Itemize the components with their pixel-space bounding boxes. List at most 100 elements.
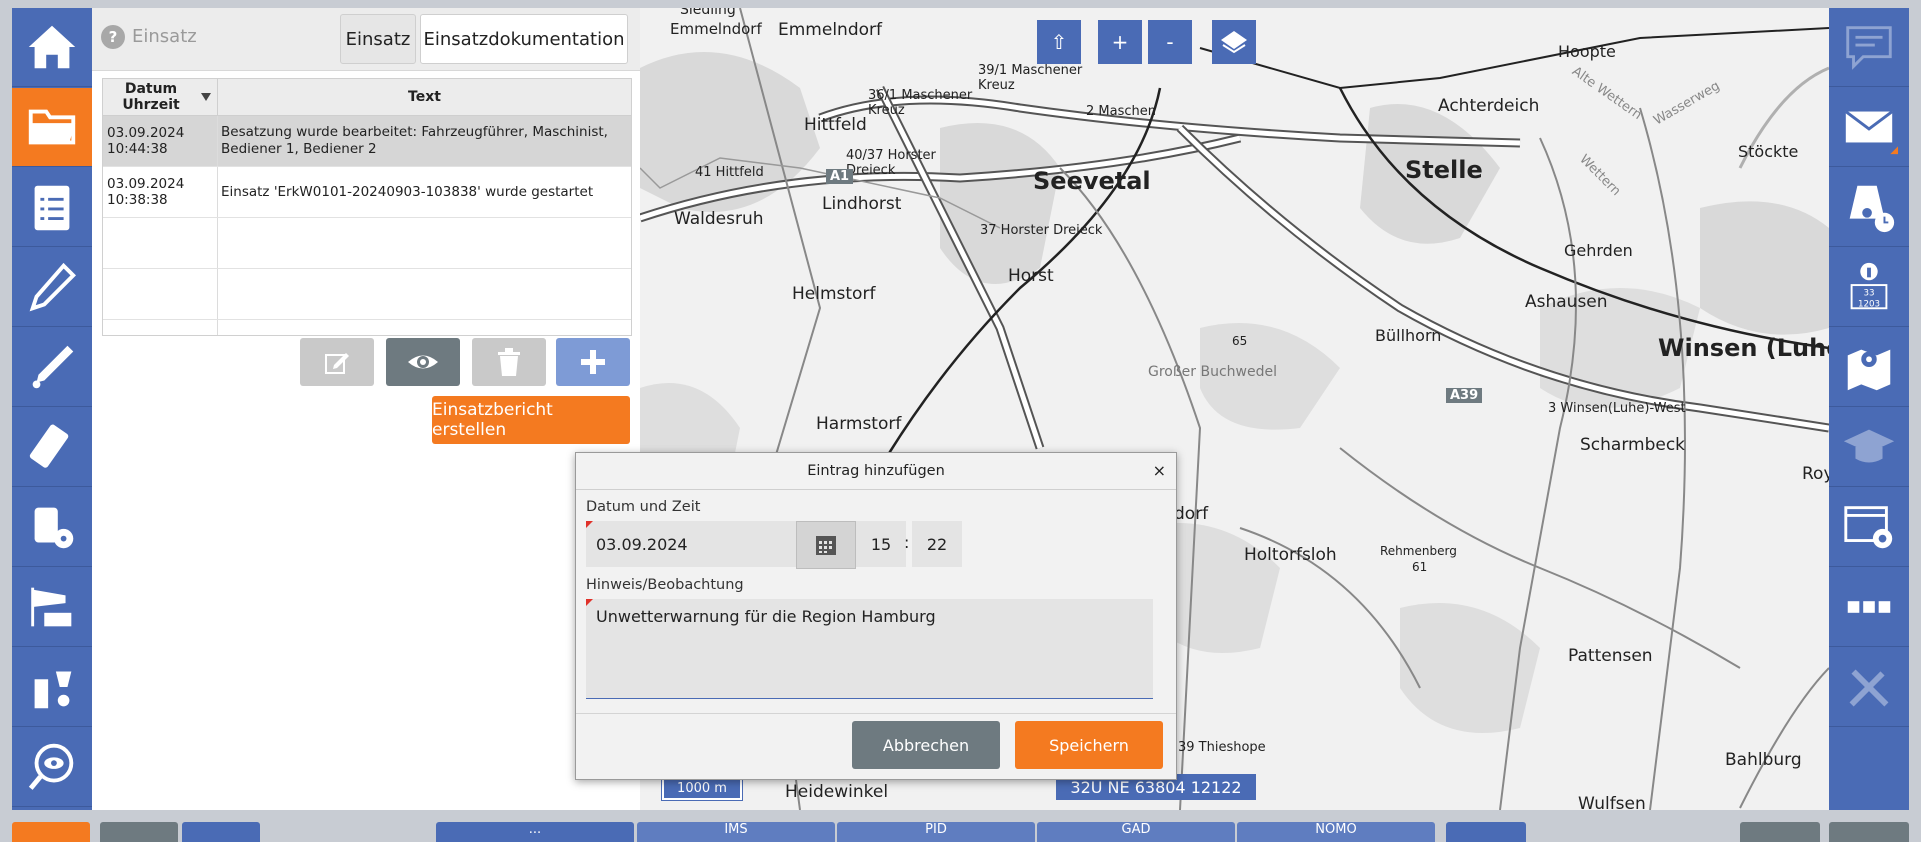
- map-label-hoopte: Hoopte: [1558, 42, 1616, 61]
- time-separator: :: [904, 533, 910, 552]
- windsock-icon: [31, 587, 72, 627]
- nav-training[interactable]: [1829, 408, 1909, 487]
- minute-input[interactable]: 22: [912, 521, 962, 567]
- bottom-action-screen[interactable]: [1829, 822, 1909, 842]
- nav-more[interactable]: [1829, 568, 1909, 647]
- documentation-table: Datum Uhrzeit Text 03.09.2024 10:44:38 Be…: [102, 78, 632, 336]
- nav-mail[interactable]: [1829, 88, 1909, 167]
- zoom-in-button[interactable]: +: [1098, 20, 1142, 64]
- plus-icon: [581, 350, 605, 374]
- map-label-harmstorf: Harmstorf: [816, 414, 902, 434]
- map-label-winsen: Winsen (Luhe: [1658, 334, 1829, 362]
- date-time-label: Datum und Zeit: [586, 499, 701, 515]
- view-button[interactable]: [386, 338, 460, 386]
- bottom-action-map[interactable]: [1446, 822, 1526, 842]
- map-label-junction-3: 3 Winsen(Luhe)-West: [1548, 401, 1686, 416]
- dialog-title: Eintrag hinzufügen: [576, 453, 1176, 490]
- panel-header: ? Einsatz Einsatz Einsatzdokumentation: [92, 8, 640, 71]
- more-icon: [1847, 601, 1891, 613]
- add-entry-button[interactable]: [556, 338, 630, 386]
- vehicle-clock-icon: [1849, 185, 1895, 233]
- nav-radiation[interactable]: [12, 488, 92, 567]
- nav-home[interactable]: [12, 8, 92, 87]
- cancel-button[interactable]: Abbrechen: [852, 721, 1000, 769]
- bottom-action-vehicle[interactable]: [100, 822, 178, 842]
- nav-checklist[interactable]: [12, 168, 92, 247]
- row-time: 10:44:38: [107, 141, 168, 157]
- map-label-holtorfsloh: Holtorfsloh: [1244, 545, 1337, 565]
- bottom-tab-gad[interactable]: GAD: [1037, 822, 1235, 842]
- bottom-action-expand[interactable]: [182, 822, 260, 842]
- nav-probe[interactable]: [12, 328, 92, 407]
- panel-title: Einsatz: [132, 26, 197, 47]
- calendar-button[interactable]: [796, 521, 856, 569]
- nav-vehicle-clock[interactable]: [1829, 168, 1909, 247]
- meter-icon: [29, 424, 69, 468]
- map-label-scharmbeck: Scharmbeck: [1580, 435, 1686, 455]
- eye-search-icon: [28, 743, 74, 790]
- date-input[interactable]: 03.09.2024: [586, 521, 806, 567]
- nav-chat[interactable]: [1829, 8, 1909, 87]
- map-label-grosser-buchwedel: Großer Buchwedel: [1148, 364, 1278, 380]
- table-row[interactable]: 03.09.2024 10:44:38 Besatzung wurde bearb…: [103, 116, 631, 167]
- help-icon[interactable]: ?: [100, 24, 126, 50]
- nav-meter[interactable]: [12, 408, 92, 487]
- documentation-panel: ? Einsatz Einsatz Einsatzdokumentation D…: [92, 8, 640, 810]
- nav-chemical[interactable]: [12, 648, 92, 727]
- table-row[interactable]: 03.09.2024 10:38:38 Einsatz 'ErkW0101-202…: [103, 167, 631, 218]
- map-label-ashausen: Ashausen: [1525, 292, 1608, 312]
- map-label-stoeckte: Stöckte: [1738, 142, 1799, 161]
- nav-map-pin[interactable]: [1829, 328, 1909, 407]
- map-label-junction-41: 41 Hittfeld: [695, 165, 764, 180]
- bottom-tab-1[interactable]: ...: [436, 822, 634, 842]
- map-label-siedling: Siedling: [680, 8, 736, 18]
- bottom-tab-nomo[interactable]: NOMO: [1237, 822, 1435, 842]
- nav-eye-search[interactable]: [12, 728, 92, 807]
- note-label: Hinweis/Beobachtung: [586, 577, 744, 593]
- tab-einsatzdokumentation[interactable]: Einsatzdokumentation: [420, 14, 628, 64]
- map-label-buellhorn: Büllhorn: [1375, 326, 1442, 345]
- row-text: Einsatz 'ErkW0101-20240903-103838' wurde…: [221, 183, 594, 200]
- dialog-close-icon[interactable]: ×: [1153, 461, 1166, 480]
- save-button[interactable]: Speichern: [1015, 721, 1163, 769]
- nav-info[interactable]: 33 1203: [1829, 248, 1909, 327]
- nav-pen[interactable]: [12, 248, 92, 327]
- map-label-bahlburg: Bahlburg: [1725, 750, 1802, 770]
- radiation-meter-icon: [34, 507, 74, 549]
- edit-button[interactable]: [300, 338, 374, 386]
- svg-text:?: ?: [109, 28, 118, 46]
- hour-input[interactable]: 15: [856, 521, 906, 567]
- tab-einsatz[interactable]: Einsatz: [340, 14, 416, 64]
- nav-tools[interactable]: [1829, 648, 1909, 727]
- empty-row: [103, 320, 631, 335]
- bottom-tab-ims[interactable]: IMS: [637, 822, 835, 842]
- nav-windsock[interactable]: [12, 568, 92, 647]
- create-report-button[interactable]: Einsatzbericht erstellen: [432, 396, 630, 444]
- column-header-text[interactable]: Text: [218, 79, 631, 116]
- map-label-a39: A39: [1446, 388, 1483, 403]
- bottom-tab-pid[interactable]: PID: [837, 822, 1035, 842]
- note-textarea[interactable]: Unwetterwarnung für die Region Hamburg: [586, 599, 1153, 699]
- map-label-roy: Roy: [1802, 464, 1829, 484]
- mail-icon: [1844, 110, 1898, 155]
- bottom-action-orange[interactable]: [12, 822, 90, 842]
- column-header-date[interactable]: Datum Uhrzeit: [103, 79, 218, 116]
- map-label-stelle: Stelle: [1405, 156, 1483, 184]
- zoom-out-button[interactable]: -: [1148, 20, 1192, 64]
- empty-cell: [103, 218, 218, 268]
- map-pin-icon: [1847, 349, 1891, 391]
- layers-button[interactable]: [1212, 20, 1256, 64]
- folder-icon: [28, 109, 76, 145]
- row-text: Besatzung wurde bearbeitet: Fahrzeugführ…: [221, 124, 608, 157]
- bottom-action-camera[interactable]: [1740, 822, 1820, 842]
- map-label-dorf: dorf: [1174, 504, 1209, 524]
- trash-icon: [498, 348, 520, 376]
- map-label-gehrden: Gehrden: [1564, 241, 1633, 260]
- sort-desc-icon: [201, 93, 211, 101]
- delete-button[interactable]: [472, 338, 546, 386]
- map-label-rehmenberg: Rehmenberg: [1380, 544, 1457, 558]
- nav-einsatz[interactable]: [12, 88, 92, 167]
- map-north-button[interactable]: ⇧: [1037, 20, 1081, 64]
- nav-settings-window[interactable]: [1829, 488, 1909, 567]
- map-label-wulfsen: Wulfsen: [1578, 794, 1646, 810]
